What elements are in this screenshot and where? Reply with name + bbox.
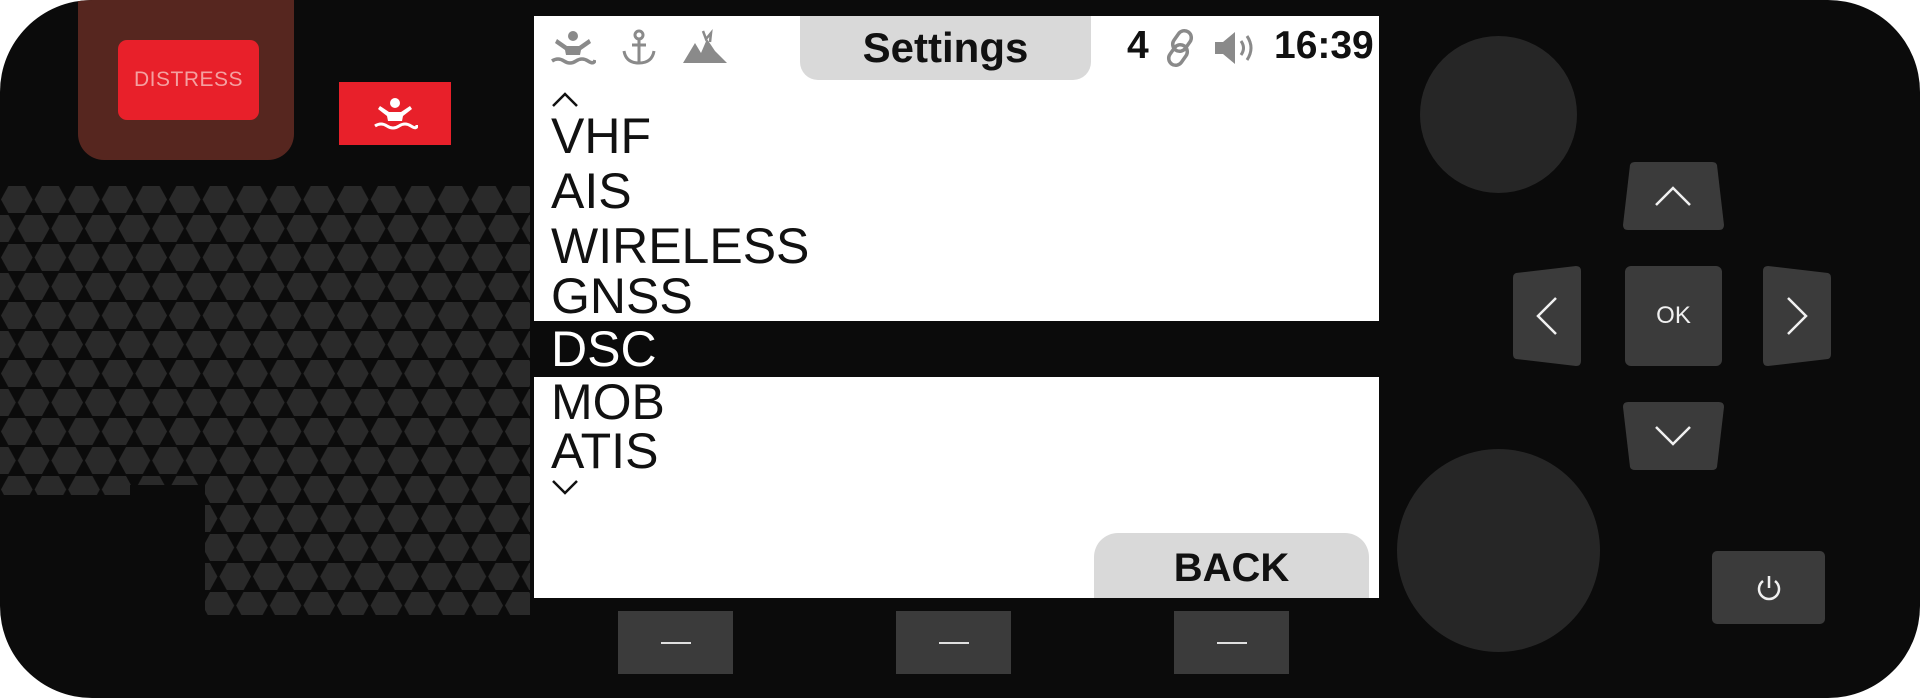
volume-status-icon: [1213, 28, 1261, 68]
menu-item-gnss[interactable]: GNSS: [534, 268, 1379, 324]
man-overboard-status-icon: [550, 28, 596, 68]
collision-alert-icon: [683, 29, 727, 63]
menu-item-dsc[interactable]: DSC: [534, 321, 1379, 377]
volume-knob[interactable]: [1420, 36, 1577, 193]
menu-item-vhf[interactable]: VHF: [534, 108, 1379, 164]
menu-item-ais[interactable]: AIS: [534, 163, 1379, 219]
back-button[interactable]: BACK: [1094, 533, 1369, 598]
display-screen: Settings 4 16:39 VHF AIS WIRELESS GNSS D…: [534, 16, 1379, 598]
radio-device: DISTRESS Settings 4 16:39 VHF AIS WIRELE…: [0, 0, 1920, 698]
dpad-right-button[interactable]: [1762, 265, 1832, 367]
man-overboard-icon: [551, 31, 596, 65]
softkey-right[interactable]: [1174, 611, 1289, 674]
anchor-icon: [622, 29, 656, 65]
mob-button[interactable]: [339, 82, 451, 145]
collision-status-icon: [681, 28, 729, 68]
speaker-grille: [0, 185, 530, 615]
menu-item-wireless[interactable]: WIRELESS: [534, 218, 1379, 274]
clock-time: 16:39: [1274, 24, 1374, 67]
screen-title: Settings: [800, 16, 1091, 80]
anchor-status-icon: [620, 28, 658, 68]
link-icon: [1166, 28, 1194, 68]
menu-item-mob[interactable]: MOB: [534, 374, 1379, 430]
link-status-icon: [1162, 28, 1198, 68]
dpad-left-button[interactable]: [1512, 265, 1582, 367]
softkey-middle[interactable]: [896, 611, 1011, 674]
power-icon: [1757, 575, 1780, 600]
softkey-left[interactable]: [618, 611, 733, 674]
dpad-down-button[interactable]: [1622, 401, 1725, 471]
menu-item-atis[interactable]: ATIS: [534, 423, 1379, 479]
man-overboard-icon: [374, 97, 418, 129]
power-button[interactable]: [1712, 551, 1825, 624]
device-body: DISTRESS Settings 4 16:39 VHF AIS WIRELE…: [0, 0, 1920, 698]
scroll-down-icon[interactable]: [550, 478, 580, 496]
softkey-dash-icon: [660, 641, 691, 644]
scroll-up-icon[interactable]: [550, 91, 580, 109]
speaker-icon: [1215, 32, 1253, 64]
channel-count: 4: [1127, 24, 1149, 67]
dpad-ok-button[interactable]: OK: [1625, 266, 1722, 366]
softkey-dash-icon: [938, 641, 969, 644]
distress-button[interactable]: DISTRESS: [118, 40, 259, 120]
softkey-dash-icon: [1216, 641, 1247, 644]
channel-knob[interactable]: [1397, 449, 1600, 652]
dpad-up-button[interactable]: [1622, 161, 1725, 231]
